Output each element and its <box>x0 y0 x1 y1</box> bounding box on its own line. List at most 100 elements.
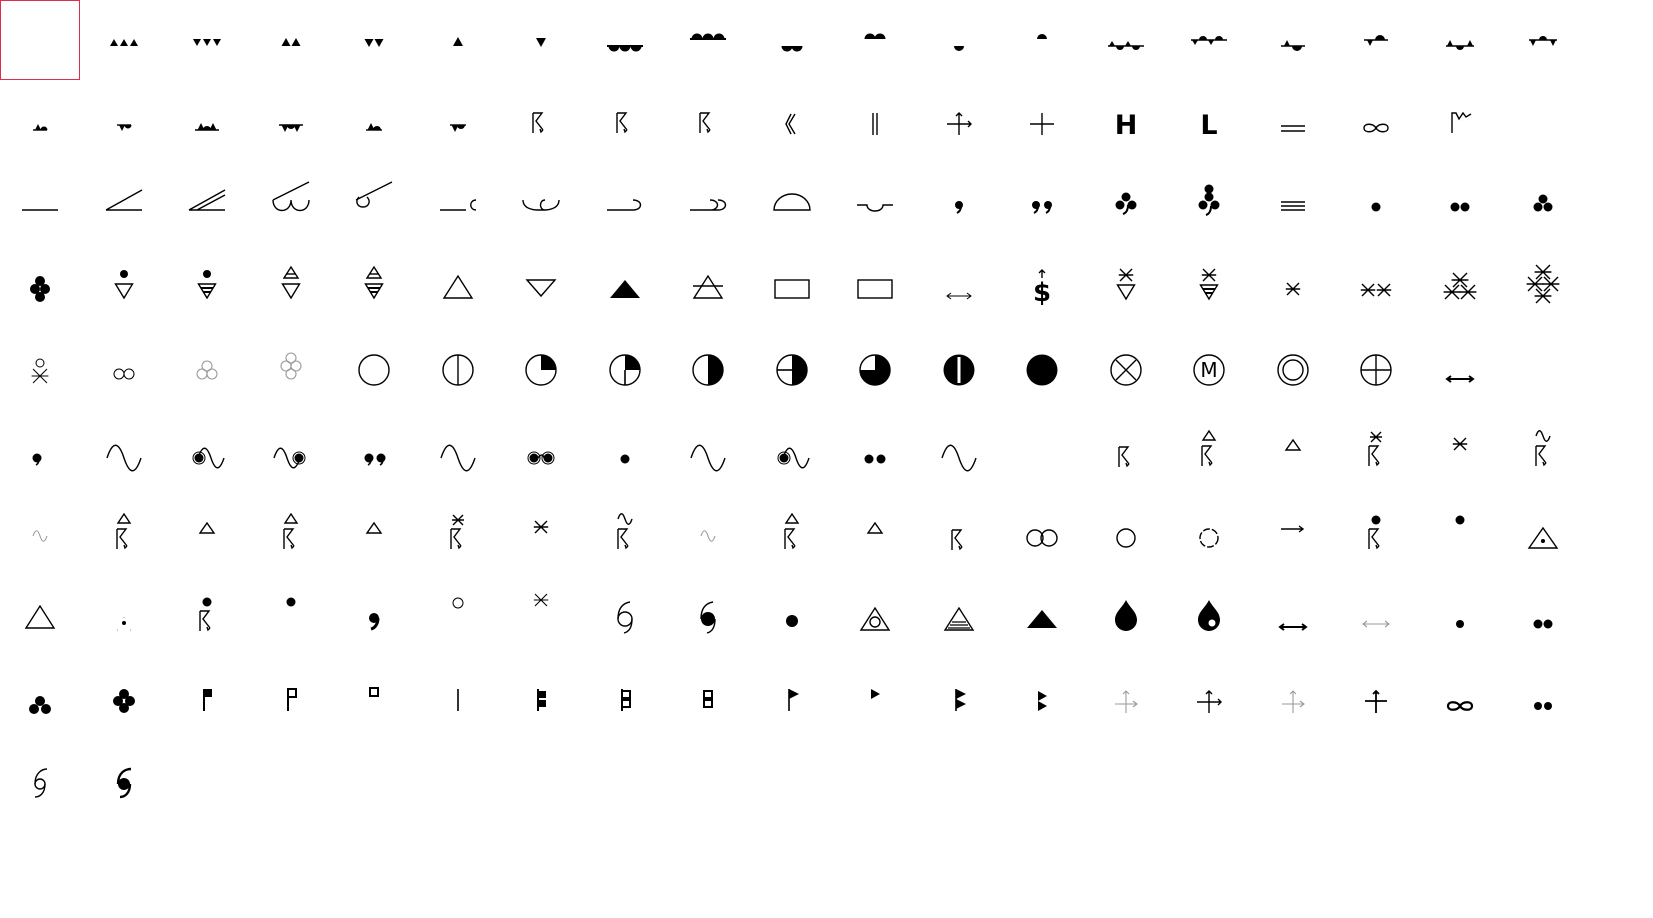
ring-small-icon[interactable] <box>418 578 498 658</box>
triangle-down-outline-icon[interactable] <box>501 248 581 328</box>
hurricane-open-icon[interactable] <box>585 578 665 658</box>
square-pair-hollow-icon[interactable] <box>668 661 748 741</box>
double-arrow-bold-icon[interactable] <box>1420 330 1500 410</box>
small-triangle-icon[interactable] <box>1253 413 1333 493</box>
sky-missing-icon[interactable]: M <box>1169 330 1249 410</box>
double-bar-icon[interactable] <box>835 83 915 163</box>
double-dot-bold-icon[interactable] <box>1503 578 1583 658</box>
stationary-front-alt-3-icon[interactable] <box>1503 0 1583 80</box>
cold-front-tri-3-down-icon[interactable] <box>167 0 247 80</box>
sky-3-8-icon[interactable] <box>585 330 665 410</box>
low-cloud-4-icon[interactable] <box>334 165 414 245</box>
snow-3-icon[interactable] <box>1420 248 1500 328</box>
triangles-double-icon[interactable] <box>919 661 999 741</box>
drizzle-dot-small-icon[interactable] <box>0 413 80 493</box>
low-cloud-3-icon[interactable] <box>251 165 331 245</box>
snow-4-icon[interactable] <box>1503 248 1583 328</box>
triangle-outline-icon[interactable] <box>418 248 498 328</box>
four-dots-icon[interactable] <box>84 661 164 741</box>
rain-double-icon[interactable] <box>835 413 915 493</box>
rain-3-icon[interactable] <box>1503 165 1583 245</box>
thunder-sign-icon[interactable] <box>919 496 999 576</box>
double-arrow-bold-icon[interactable] <box>1253 578 1333 658</box>
cold-front-tri-2-down-icon[interactable] <box>334 0 414 80</box>
double-circle-icon[interactable] <box>1253 330 1333 410</box>
faint-tilde-icon[interactable] <box>668 496 748 576</box>
drop-icon[interactable] <box>1086 578 1166 658</box>
thunder-hail-icon[interactable] <box>1169 413 1249 493</box>
hollow-2-icon[interactable] <box>84 330 164 410</box>
front-semi-1-up-icon[interactable] <box>919 0 999 80</box>
warm-front-tri-3-up-icon[interactable] <box>84 0 164 80</box>
drizzle-2-icon[interactable] <box>1002 165 1082 245</box>
mixed-front-1-icon[interactable] <box>0 83 80 163</box>
cold-front-semi-2-down-icon[interactable] <box>835 0 915 80</box>
cold-front-semi-3-down-icon[interactable] <box>668 0 748 80</box>
dollar-arrow-icon[interactable]: $ <box>1002 248 1082 328</box>
cross-arrows-faint-icon[interactable] <box>1253 661 1333 741</box>
dot-tilde-icon[interactable] <box>167 413 247 493</box>
hurricane-filled-icon[interactable] <box>668 578 748 658</box>
letter-h-icon[interactable]: H <box>1086 83 1166 163</box>
thunder-hail-icon[interactable] <box>752 496 832 576</box>
rain-dot-icon[interactable] <box>585 413 665 493</box>
thunder-tilde-icon[interactable] <box>1503 413 1583 493</box>
cross-arrows-icon[interactable] <box>1169 661 1249 741</box>
double-arrow-faint-icon[interactable] <box>1336 578 1416 658</box>
tilde-icon[interactable] <box>668 413 748 493</box>
rectangle-outline-icon[interactable] <box>752 248 832 328</box>
cyclone-filled-icon[interactable] <box>84 743 164 823</box>
snow-rain-icon[interactable] <box>0 330 80 410</box>
blank-symbol-cell[interactable] <box>1002 413 1082 493</box>
thunderstorm-sign-hail-icon[interactable] <box>585 83 665 163</box>
infinity-bold-icon[interactable] <box>1420 661 1500 741</box>
rain-2-icon[interactable] <box>1420 165 1500 245</box>
hollow-4-icon[interactable] <box>251 330 331 410</box>
occluded-front-alt-3-icon[interactable] <box>1420 0 1500 80</box>
sky-5-8-icon[interactable] <box>752 330 832 410</box>
rain-4-icon[interactable] <box>0 248 80 328</box>
dashed-ring-icon[interactable] <box>1169 496 1249 576</box>
infinity-icon[interactable] <box>1336 83 1416 163</box>
triangle-filled-icon[interactable] <box>1002 578 1082 658</box>
cross-plus-bold-icon[interactable] <box>1336 661 1416 741</box>
front-tri-1-down-icon[interactable] <box>501 0 581 80</box>
rain-1-icon[interactable] <box>1336 165 1416 245</box>
sky-1-8-icon[interactable] <box>418 330 498 410</box>
mixed-front-5-icon[interactable] <box>334 83 414 163</box>
low-cloud-7-icon[interactable] <box>585 165 665 245</box>
snow-shower-icon[interactable] <box>1086 248 1166 328</box>
sky-4-8-icon[interactable] <box>668 330 748 410</box>
arrow-right-icon[interactable] <box>1253 496 1333 576</box>
double-arrow-small-icon[interactable] <box>919 248 999 328</box>
stationary-front-alt-2-icon[interactable] <box>1336 0 1416 80</box>
dot-top-icon[interactable] <box>251 578 331 658</box>
double-dot-icon[interactable] <box>1503 661 1583 741</box>
weak-bracket-icon[interactable] <box>752 83 832 163</box>
sky-clear-icon[interactable] <box>334 330 414 410</box>
small-triangle-icon[interactable] <box>835 496 915 576</box>
flag-hollow-dot-icon[interactable] <box>251 661 331 741</box>
triangle-dot-icon[interactable] <box>1503 496 1583 576</box>
drizzle-double-icon[interactable] <box>334 413 414 493</box>
warm-front-semi-3-up-icon[interactable] <box>585 0 665 80</box>
drizzle-3-icon[interactable] <box>1086 165 1166 245</box>
ring-icon[interactable] <box>1086 496 1166 576</box>
small-triangle-icon[interactable] <box>167 496 247 576</box>
low-cloud-1-icon[interactable] <box>84 165 164 245</box>
sky-6-8-icon[interactable] <box>835 330 915 410</box>
dots-tilde-icon[interactable] <box>501 413 581 493</box>
drizzle-4-icon[interactable] <box>1169 165 1249 245</box>
blank-icon[interactable] <box>0 0 80 80</box>
hook-sign-icon[interactable] <box>1420 83 1500 163</box>
faint-tilde-icon[interactable] <box>0 496 80 576</box>
cross-plus-icon[interactable] <box>1002 83 1082 163</box>
flag-square-icon[interactable] <box>167 661 247 741</box>
cup-cloud-icon[interactable] <box>835 165 915 245</box>
small-snow-icon[interactable] <box>1420 413 1500 493</box>
mixed-front-4-icon[interactable] <box>251 83 331 163</box>
three-dots-icon[interactable] <box>0 661 80 741</box>
tilde-dot-icon[interactable] <box>251 413 331 493</box>
occluded-front-alt-2-icon[interactable] <box>1253 0 1333 80</box>
low-cloud-6-icon[interactable] <box>501 165 581 245</box>
